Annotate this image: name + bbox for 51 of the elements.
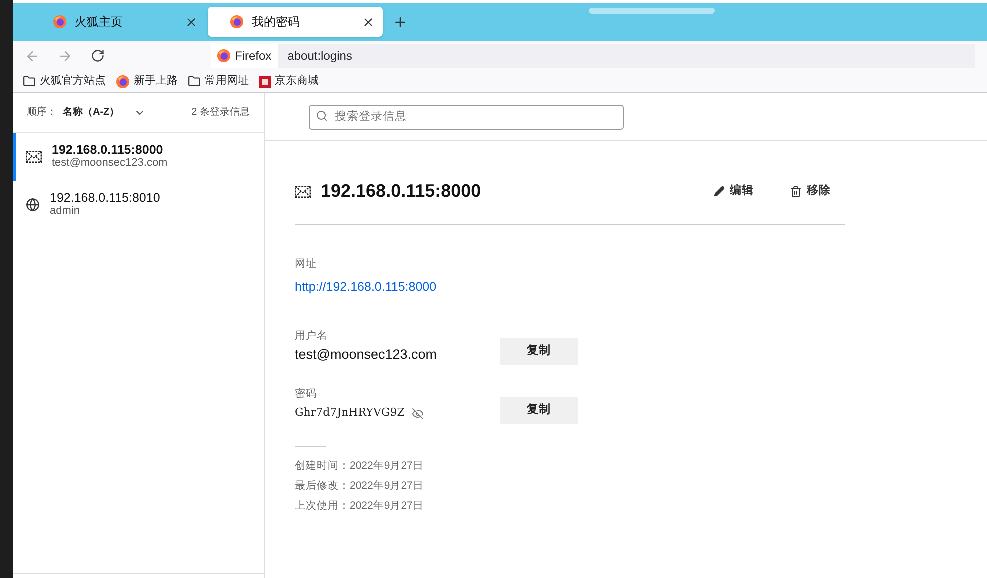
browser-tab[interactable]: 火狐主页 — [31, 7, 206, 37]
bookmark-item[interactable]: 京东商城 — [259, 73, 319, 90]
firefox-icon — [53, 15, 67, 29]
search-icon — [316, 110, 328, 122]
url-text: about:logins — [288, 48, 352, 65]
login-origin: 192.168.0.115:8010 — [50, 192, 160, 205]
drag-handle[interactable] — [589, 8, 715, 14]
login-title: 192.168.0.115:8000 — [321, 180, 482, 203]
envelope-icon — [295, 186, 311, 198]
copy-button[interactable]: 复制 — [500, 397, 578, 424]
field-label: 密码 — [295, 387, 318, 402]
close-icon[interactable] — [185, 16, 198, 28]
bookmark-item[interactable]: 常用网址 — [188, 73, 249, 90]
username-value: test@moonsec123.com — [295, 346, 438, 364]
copy-button[interactable]: 复制 — [500, 338, 578, 366]
site-link[interactable]: http://192.168.0.115:8000 — [295, 278, 845, 296]
globe-icon — [26, 198, 40, 212]
login-username: admin — [50, 205, 81, 218]
trash-icon — [790, 186, 802, 198]
address-bar[interactable]: Firefox about:logins — [211, 44, 975, 68]
pencil-icon — [714, 186, 725, 197]
bookmark-item[interactable]: 火狐官方站点 — [23, 73, 106, 90]
sort-label: 顺序： — [27, 106, 57, 120]
firefox-logo-icon — [217, 49, 231, 63]
firefox-icon — [230, 15, 244, 29]
sort-dropdown[interactable]: 名称（A-Z） — [63, 105, 146, 120]
hide-password-icon[interactable] — [412, 408, 424, 420]
identity-label: Firefox — [235, 48, 272, 65]
browser-tab[interactable]: 我的密码 — [208, 7, 383, 37]
folder-icon — [188, 75, 201, 88]
login-username: test@moonsec123.com — [52, 157, 168, 170]
reload-icon[interactable] — [91, 49, 105, 63]
shop-logo-icon — [259, 76, 271, 88]
login-origin: 192.168.0.115:8000 — [52, 144, 164, 157]
search-field[interactable]: 搜索登录信息 — [309, 104, 624, 130]
firefox-icon — [116, 74, 130, 88]
folder-icon — [23, 75, 36, 88]
date-text: 创建时间：2022年9月27日 — [295, 459, 425, 474]
envelope-icon — [26, 151, 42, 163]
date-text: 最后修改：2022年9月27日 — [295, 478, 425, 494]
bookmark-item[interactable]: 新手上路 — [116, 73, 178, 90]
new-tab-icon[interactable] — [393, 15, 408, 30]
date-text: 上次使用：2022年9月27日 — [295, 498, 425, 514]
field-label: 网址 — [295, 257, 318, 272]
login-item[interactable]: 192.168.0.115:8010 admin — [13, 181, 264, 229]
remove-button[interactable]: 移除 — [790, 182, 831, 200]
field-label: 用户名 — [295, 328, 329, 344]
password-value: Ghr7d7JnHRYVG9Z — [295, 405, 405, 422]
login-count: 2 条登录信息 — [192, 106, 250, 120]
close-icon[interactable] — [362, 16, 375, 28]
edit-button[interactable]: 编辑 — [714, 182, 754, 200]
